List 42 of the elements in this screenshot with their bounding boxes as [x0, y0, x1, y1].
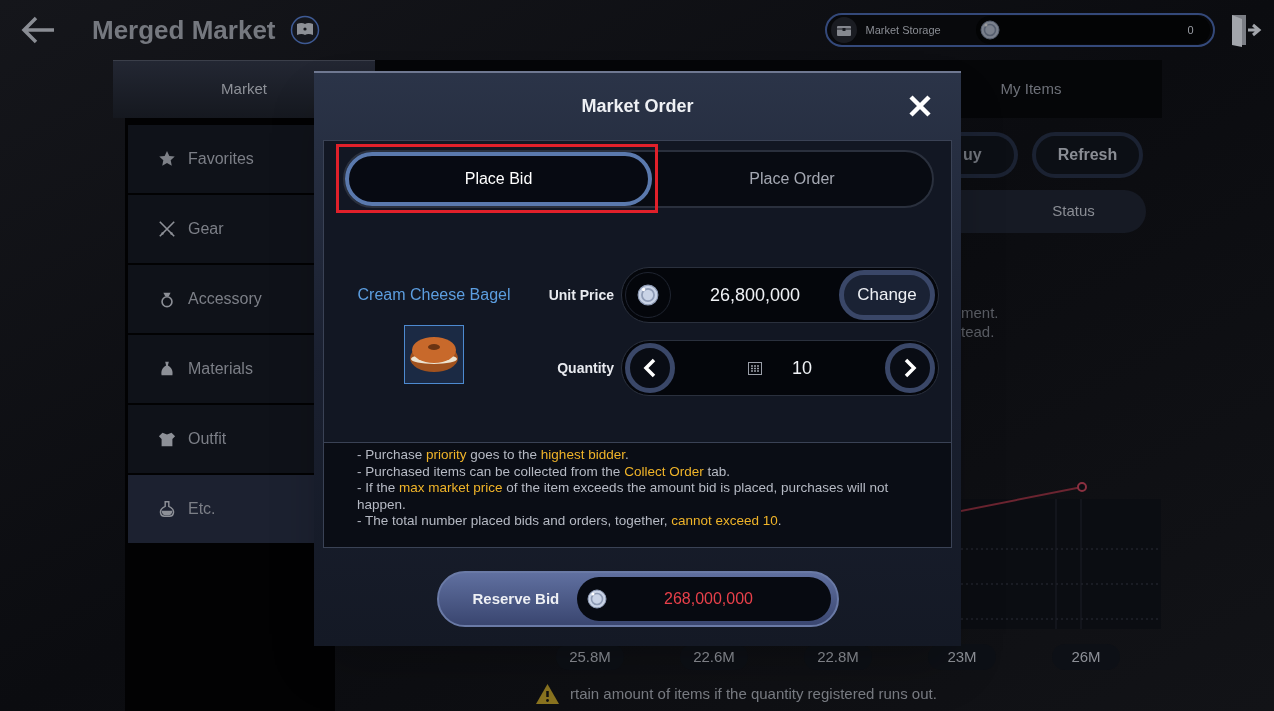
help-book-icon[interactable] [289, 15, 320, 45]
quantity-value: 10 [792, 356, 812, 380]
unit-price-field[interactable]: 26,800,000 Change [621, 267, 939, 323]
reserve-bid-button[interactable]: Reserve Bid 268,000,000 [436, 571, 839, 627]
coin-icon [979, 20, 1000, 40]
buy-button[interactable]: uy [961, 132, 1018, 178]
close-icon[interactable] [909, 95, 931, 117]
status-tab[interactable]: Status [961, 190, 1146, 233]
price-label: 26M [1052, 644, 1120, 670]
price-label: 25.8M [556, 644, 624, 670]
unit-price-value: 26,800,000 [708, 283, 802, 307]
storage-value: 0 [1187, 22, 1194, 38]
dialog-tab[interactable]: Place Order [652, 152, 932, 206]
dialog-title: Market Order [581, 94, 694, 118]
flask-icon [158, 500, 176, 518]
chest-icon [829, 16, 858, 44]
refresh-button[interactable]: Refresh [1032, 132, 1143, 178]
coin-icon [637, 284, 659, 306]
warning-text: rtain amount of items if the quantity registered runs out. [570, 684, 937, 704]
chevron-right-icon [903, 358, 917, 378]
armor-icon [158, 430, 176, 448]
crossed-swords-icon [158, 220, 176, 238]
keypad-icon[interactable] [748, 361, 762, 375]
change-button[interactable]: Change [839, 270, 935, 320]
increase-button[interactable] [885, 343, 935, 393]
bagel-drawing [404, 325, 464, 384]
warning-icon [535, 683, 560, 706]
coin-icon [586, 589, 607, 609]
storage-label: Market Storage [865, 22, 942, 38]
notice-text: ment. [961, 303, 999, 322]
decrease-button[interactable] [625, 343, 675, 393]
page-title: Merged Market [92, 13, 276, 47]
notice-text: tead. [961, 322, 995, 341]
field-label: Quantity [556, 358, 614, 378]
back-arrow-icon[interactable] [20, 15, 56, 45]
pouch-icon [158, 360, 176, 378]
chevron-left-icon [643, 358, 657, 378]
star-icon [158, 150, 176, 168]
ring-icon [158, 290, 176, 308]
quantity-field[interactable]: 10 [621, 340, 939, 396]
field-label: Unit Price [547, 285, 614, 305]
dialog-tab[interactable]: Place Bid [345, 152, 652, 206]
